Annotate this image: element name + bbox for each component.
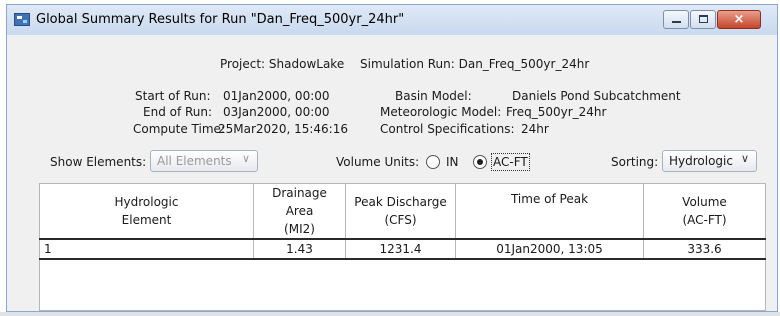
- control-spec-label: Control Specifications:: [380, 122, 515, 136]
- basin-model-value: Daniels Pond Subcatchment: [512, 89, 681, 103]
- volume-units-label: Volume Units:: [336, 155, 420, 169]
- table-header-row: Hydrologic Element Drainage Area (MI2) P…: [39, 183, 766, 240]
- header-line: Element: [121, 213, 172, 227]
- unit-acft-radio[interactable]: [473, 155, 491, 171]
- sorting-dropdown[interactable]: Hydrologic ∨: [662, 150, 757, 172]
- chevron-down-icon: ∨: [740, 152, 749, 165]
- header-line: (MI2): [284, 222, 315, 236]
- cell-volume[interactable]: 333.6: [643, 238, 766, 260]
- header-line: Peak Discharge: [354, 195, 447, 209]
- show-elements-dropdown[interactable]: All Elements ∨: [150, 150, 258, 172]
- window-title: Global Summary Results for Run "Dan_Freq…: [36, 12, 405, 27]
- met-model-label: Meteorologic Model:: [380, 105, 502, 119]
- end-of-run-label: End of Run:: [143, 105, 213, 119]
- unit-acft-label[interactable]: AC-FT: [491, 153, 530, 171]
- header-line: Time of Peak: [510, 192, 589, 206]
- minimize-button[interactable]: [663, 10, 689, 29]
- end-of-run-value: 03Jan2000, 00:00: [223, 105, 330, 119]
- cell-element[interactable]: 1: [39, 238, 254, 260]
- project-name: Project: ShadowLake: [220, 57, 345, 71]
- table-row[interactable]: 1 1.43 1231.4 01Jan2000, 13:05 333.6: [39, 238, 766, 260]
- header-peak-discharge[interactable]: Peak Discharge (CFS): [345, 183, 456, 240]
- sorting-label: Sorting:: [611, 155, 659, 169]
- start-of-run-label: Start of Run:: [135, 89, 211, 103]
- table-empty-area: [39, 258, 766, 311]
- cell-drainage-area[interactable]: 1.43: [253, 238, 346, 260]
- empty-row: [39, 258, 766, 311]
- results-table: Hydrologic Element Drainage Area (MI2) P…: [39, 183, 766, 311]
- header-drainage-area[interactable]: Drainage Area (MI2): [253, 183, 346, 240]
- sorting-value: Hydrologic: [669, 154, 733, 168]
- chevron-down-icon: ∨: [241, 152, 250, 165]
- minimize-icon: [672, 21, 681, 23]
- compute-time-value: 25Mar2020, 15:46:16: [218, 122, 348, 136]
- title-bar[interactable]: Global Summary Results for Run "Dan_Freq…: [7, 5, 777, 35]
- unit-in-label[interactable]: IN: [446, 155, 459, 169]
- control-spec-value: 24hr: [521, 122, 549, 136]
- bottom-edge: [0, 312, 780, 316]
- unit-acft-radio-circle: [473, 155, 487, 169]
- close-icon: ×: [733, 12, 745, 27]
- cell-peak-discharge[interactable]: 1231.4: [345, 238, 456, 260]
- show-elements-value: All Elements: [157, 154, 232, 168]
- unit-in-radio[interactable]: [426, 155, 444, 171]
- show-elements-label: Show Elements:: [50, 155, 147, 169]
- compute-time-label: Compute Time:: [133, 122, 225, 136]
- maximize-button[interactable]: [690, 10, 716, 29]
- app-icon: [14, 13, 30, 26]
- summary-panel: Project: ShadowLake Simulation Run: Dan_…: [10, 35, 774, 311]
- maximize-icon: [699, 15, 708, 23]
- header-line: (CFS): [384, 213, 417, 227]
- results-window: Global Summary Results for Run "Dan_Freq…: [6, 4, 778, 312]
- simulation-run: Simulation Run: Dan_Freq_500yr_24hr: [360, 57, 590, 71]
- header-volume[interactable]: Volume (AC-FT): [643, 183, 766, 240]
- met-model-value: Freq_500yr_24hr: [506, 105, 607, 119]
- header-line: Hydrologic: [114, 195, 179, 209]
- header-hydrologic-element[interactable]: Hydrologic Element: [39, 183, 254, 240]
- cell-time-of-peak[interactable]: 01Jan2000, 13:05: [455, 238, 644, 260]
- header-line: (AC-FT): [682, 213, 727, 227]
- header-time-of-peak[interactable]: Time of Peak: [455, 183, 644, 240]
- start-of-run-value: 01Jan2000, 00:00: [223, 89, 330, 103]
- basin-model-label: Basin Model:: [395, 89, 472, 103]
- unit-in-radio-circle: [426, 155, 440, 169]
- header-line: Drainage Area: [272, 186, 327, 218]
- header-line: Volume: [682, 195, 727, 209]
- close-button[interactable]: ×: [717, 10, 761, 29]
